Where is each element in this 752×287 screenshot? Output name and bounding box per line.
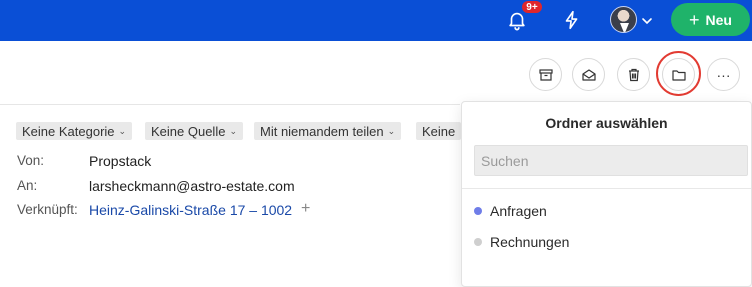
mark-read-button[interactable] xyxy=(572,58,605,91)
linked-property-link[interactable]: Heinz-Galinski-Straße 17 – 1002 xyxy=(89,202,292,218)
folder-item-anfragen[interactable]: Anfragen xyxy=(474,200,547,222)
folder-picker-dropdown: Ordner auswählen Anfragen Rechnungen xyxy=(461,101,752,287)
folder-item-label: Rechnungen xyxy=(490,234,570,250)
folder-picker-divider xyxy=(462,188,751,189)
chevron-down-icon[interactable] xyxy=(641,16,653,26)
source-select[interactable]: Keine Quelle ⌄ xyxy=(145,122,243,140)
category-select-label: Keine Kategorie xyxy=(22,123,115,139)
notification-badge: 9+ xyxy=(521,0,543,14)
to-value: larsheckmann@astro-estate.com xyxy=(89,178,295,194)
folder-icon xyxy=(671,69,686,81)
linked-label: Verknüpft: xyxy=(17,202,78,217)
chevron-down-icon: ⌄ xyxy=(118,125,127,136)
share-select-label: Mit niemandem teilen xyxy=(260,123,384,139)
new-button-label: Neu xyxy=(705,11,732,28)
bolt-icon[interactable] xyxy=(561,9,583,31)
folder-item-rechnungen[interactable]: Rechnungen xyxy=(474,231,569,253)
more-icon: ··· xyxy=(716,66,731,83)
folder-color-dot xyxy=(474,238,482,246)
share-select[interactable]: Mit niemandem teilen ⌄ xyxy=(254,122,402,140)
folder-search-input[interactable] xyxy=(474,145,748,176)
trash-icon xyxy=(628,68,639,81)
new-button[interactable]: + Neu xyxy=(671,3,750,36)
move-to-folder-button[interactable] xyxy=(662,58,695,91)
from-value: Propstack xyxy=(89,153,152,169)
mark-read-icon xyxy=(581,68,596,81)
from-label: Von: xyxy=(17,153,45,168)
chevron-down-icon: ⌄ xyxy=(229,125,237,136)
folder-item-label: Anfragen xyxy=(490,203,547,219)
more-button[interactable]: ··· xyxy=(707,58,740,91)
archive-button[interactable] xyxy=(529,58,562,91)
add-link-button[interactable]: + xyxy=(301,200,310,218)
folder-picker-title: Ordner auswählen xyxy=(545,115,668,131)
source-select-label: Keine Quelle xyxy=(151,123,226,139)
chevron-down-icon: ⌄ xyxy=(387,125,396,136)
delete-button[interactable] xyxy=(617,58,650,91)
category-select[interactable]: Keine Kategorie ⌄ xyxy=(16,122,133,140)
toolbar-divider xyxy=(0,104,460,105)
folder-color-dot xyxy=(474,207,482,215)
extra-select-label: Keine xyxy=(422,123,456,139)
archive-icon xyxy=(538,68,553,81)
avatar[interactable] xyxy=(610,6,637,33)
plus-icon: + xyxy=(689,9,700,30)
extra-select[interactable]: Keine xyxy=(416,122,462,140)
top-bar: 9+ + Neu xyxy=(0,0,752,41)
to-label: An: xyxy=(17,178,38,193)
